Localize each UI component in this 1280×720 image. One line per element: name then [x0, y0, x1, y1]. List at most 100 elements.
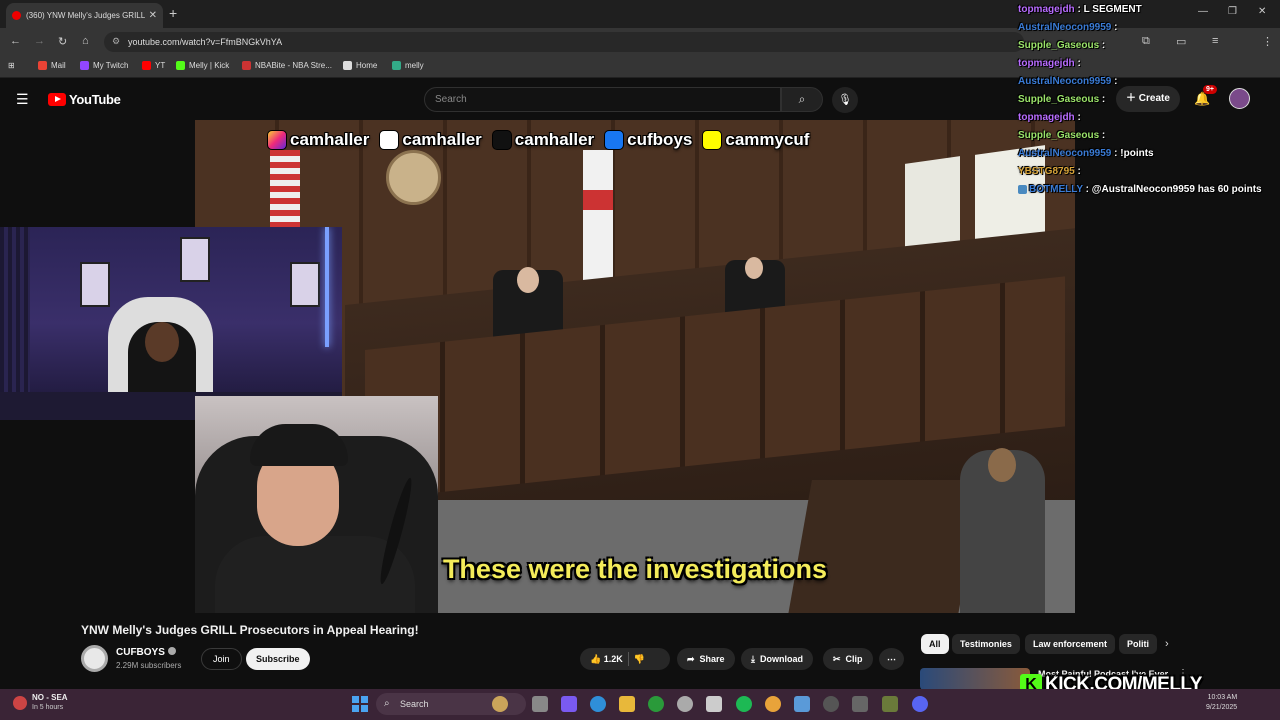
join-button[interactable]: Join [201, 648, 242, 670]
apps-grid-icon[interactable]: ⊞ [8, 61, 15, 70]
dislike-button[interactable]: 👎 [634, 648, 645, 670]
widget-icon[interactable] [492, 696, 508, 712]
edge-icon[interactable] [590, 696, 606, 712]
tiktok-icon [491, 130, 512, 150]
chip-politics[interactable]: Politi [1119, 634, 1157, 654]
snapchat-handle: cammycuf [725, 130, 810, 149]
like-count: 1.2K [603, 654, 623, 664]
court-seal [386, 150, 441, 205]
chip-all[interactable]: All [921, 634, 949, 654]
weather-widget[interactable]: NO - SEA In 5 hours [13, 693, 68, 711]
weather-subtext: In 5 hours [32, 704, 64, 711]
search-input[interactable]: Search [424, 87, 781, 112]
forward-icon[interactable]: → [34, 35, 45, 47]
back-icon[interactable]: ← [10, 35, 21, 47]
recommended-thumbnail[interactable] [920, 668, 1030, 690]
bookmark-mail[interactable]: Mail [38, 61, 66, 70]
prosecutor [960, 448, 1045, 613]
thumbs-down-icon: 👎 [633, 654, 645, 664]
x-icon [343, 61, 352, 70]
bookmark-melly[interactable]: melly [392, 61, 424, 70]
youtube-logo[interactable]: YouTube [48, 92, 121, 107]
chat-username: topmagejdh [1018, 58, 1075, 69]
reload-icon[interactable]: ↻ [58, 35, 67, 48]
bookmark-nbabite[interactable]: NBABite - NBA Stre... [242, 61, 332, 70]
chat-username: topmagejdh [1018, 4, 1075, 15]
us-flag [270, 150, 300, 230]
more-actions-button[interactable]: ⋯ [879, 648, 904, 670]
chat-message: Supple_Gaseous : [1018, 94, 1106, 105]
facebook-icon [604, 130, 625, 150]
chip-law-enforcement[interactable]: Law enforcement [1025, 634, 1116, 654]
chevron-right-icon[interactable]: › [1165, 638, 1169, 650]
copilot-icon[interactable] [561, 696, 577, 712]
hamburger-menu-icon[interactable]: ☰ [16, 91, 29, 108]
bookmark-home[interactable]: Home [343, 61, 377, 70]
obs-icon[interactable] [677, 696, 693, 712]
store-icon[interactable] [706, 696, 722, 712]
bookmark-twitch[interactable]: My Twitch [80, 61, 128, 70]
tab-title: (360) YNW Melly's Judges GRILL Prosecuto… [26, 11, 145, 20]
chat-username: YBSTG8795 [1018, 166, 1075, 177]
search-icon: ⌕ [384, 698, 390, 709]
chat-username: BOTMELLY [1029, 184, 1083, 195]
like-button[interactable]: 👍 1.2K [590, 648, 623, 670]
youtube-icon [142, 61, 151, 70]
weather-text: NO - SEA [32, 693, 68, 702]
twitch-icon [80, 61, 89, 70]
discord-icon[interactable] [912, 696, 928, 712]
voice-search-button[interactable]: 🎙 [832, 87, 858, 113]
share-button[interactable]: ➦ Share [677, 648, 735, 670]
scissors-icon: ✂ [833, 654, 841, 664]
search-icon: ⌕ [798, 92, 806, 106]
bookmark-yt[interactable]: YT [142, 61, 165, 70]
microphone-icon: 🎙 [838, 94, 852, 106]
download-button[interactable]: ⤓ Download [741, 648, 813, 670]
system-clock[interactable]: 10:03 AM 9/21/2025 [1206, 693, 1237, 713]
file-explorer-icon[interactable] [619, 696, 635, 712]
chat-message: topmagejdh : [1018, 58, 1081, 69]
close-tab-icon[interactable]: ✕ [149, 10, 157, 21]
task-view-icon[interactable] [532, 696, 548, 712]
new-tab-button[interactable]: + [169, 5, 177, 21]
channel-name[interactable]: CUFBOYS [116, 647, 176, 658]
more-horizontal-icon: ⋯ [887, 654, 896, 664]
bookmark-kick[interactable]: Melly | Kick [176, 61, 229, 70]
podium [788, 480, 982, 613]
xbox-icon[interactable] [648, 696, 664, 712]
chat-username: topmagejdh [1018, 112, 1075, 123]
chip-testimonies[interactable]: Testimonies [952, 634, 1020, 654]
address-bar[interactable]: ⚙ youtube.com/watch?v=FfmBNGkVhYA [104, 32, 1024, 52]
chat-username: AustralNeocon9959 [1018, 22, 1112, 33]
melly-icon [392, 61, 401, 70]
photos-icon[interactable] [794, 696, 810, 712]
spotify-icon[interactable] [736, 696, 752, 712]
app-icon[interactable] [882, 696, 898, 712]
search-button[interactable]: ⌕ [781, 87, 823, 112]
chat-message: AustralNeocon9959 : !points [1018, 148, 1154, 159]
chat-username: Supple_Gaseous [1018, 94, 1100, 105]
home-icon[interactable]: ⌂ [82, 35, 89, 47]
chat-message: AustralNeocon9959 : [1018, 76, 1118, 87]
chat-username: AustralNeocon9959 [1018, 76, 1112, 87]
browser-tab[interactable]: (360) YNW Melly's Judges GRILL Prosecuto… [6, 3, 163, 28]
facebook-handle: cufboys [627, 130, 693, 149]
channel-avatar[interactable] [81, 645, 108, 672]
chrome-icon[interactable] [765, 696, 781, 712]
bot-badge-icon [1018, 184, 1027, 194]
download-icon: ⤓ [751, 654, 755, 664]
clock-time: 10:03 AM [1207, 694, 1238, 701]
x-icon [379, 130, 400, 150]
media-player-icon[interactable] [823, 696, 839, 712]
site-info-icon[interactable]: ⚙ [112, 36, 120, 47]
chat-username: AustralNeocon9959 [1018, 148, 1112, 159]
subscribe-button[interactable]: Subscribe [246, 648, 310, 670]
youtube-favicon-icon [12, 11, 21, 20]
chat-message: Supple_Gaseous : [1018, 130, 1106, 141]
app-icon[interactable] [852, 696, 868, 712]
weather-icon [13, 696, 27, 710]
kick-icon [176, 61, 185, 70]
instagram-icon [267, 130, 287, 150]
clip-button[interactable]: ✂ Clip [823, 648, 873, 670]
windows-start-icon[interactable] [352, 696, 368, 712]
